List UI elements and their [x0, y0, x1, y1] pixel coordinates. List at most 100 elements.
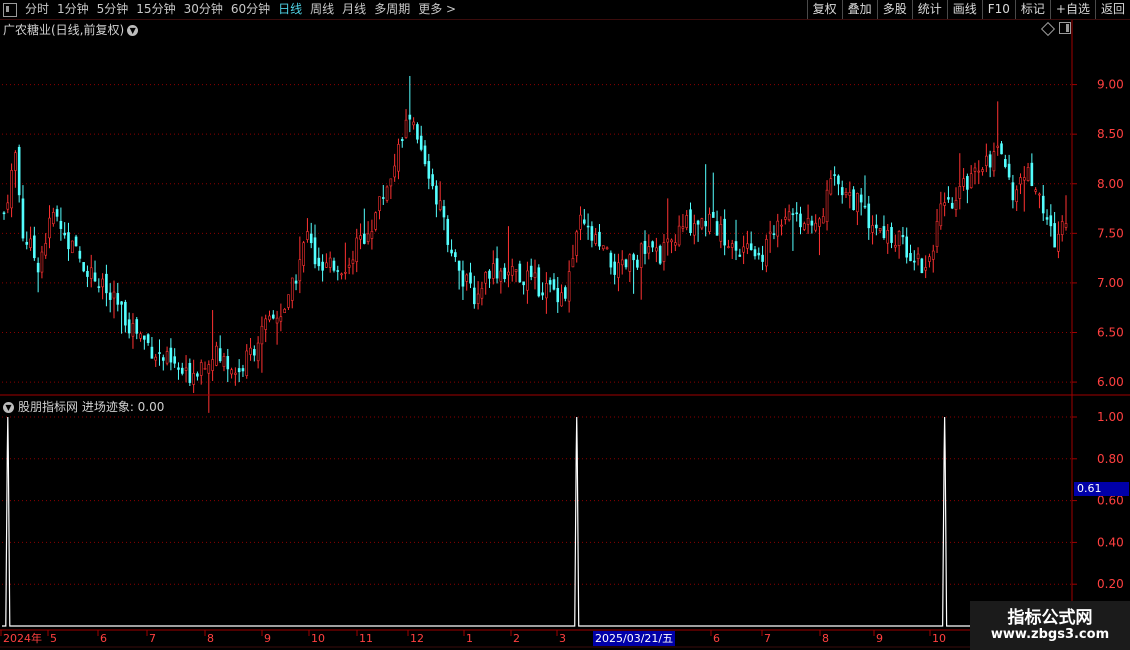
candle-body [844, 192, 848, 196]
candle-body [154, 356, 158, 361]
candle-body [150, 346, 154, 359]
period-tab[interactable]: 日线 [274, 0, 306, 19]
candle-body [124, 301, 127, 326]
indicator-name: 股朋指标网 进场迹象: 0.00 [18, 400, 165, 414]
candle-body [260, 325, 264, 345]
candle-body [689, 209, 692, 234]
period-tab[interactable]: 60分钟 [227, 0, 274, 19]
candle-body [1030, 162, 1034, 187]
candle-body [1053, 223, 1056, 248]
candle-body [636, 259, 639, 268]
candle-body [268, 315, 271, 321]
candle-body [446, 218, 450, 245]
watermark-url: www.zbgs3.com [990, 627, 1110, 642]
candle-body [408, 114, 412, 120]
value-tick-label: 0.40 [1097, 535, 1124, 549]
candle-body [499, 270, 503, 282]
candle-body [416, 124, 419, 140]
toolbar-button[interactable]: 画线 [946, 0, 982, 19]
candle-body [518, 263, 522, 283]
candle-body [97, 286, 101, 288]
main-chart-title[interactable]: 广农糖业(日线,前复权) ▼ [3, 21, 139, 38]
toolbar-button[interactable]: 多股 [876, 0, 912, 19]
candle-body [787, 211, 791, 221]
watermark-title: 指标公式网 [1007, 608, 1093, 628]
period-tab[interactable]: 30分钟 [180, 0, 227, 19]
candle-body [829, 178, 833, 195]
diamond-icon[interactable] [1040, 21, 1056, 37]
candle-body [169, 347, 173, 363]
candle-body [302, 242, 305, 266]
indicator-value-axis: 1.000.800.600.400.20 [1072, 410, 1124, 591]
candle-body [692, 223, 696, 236]
time-label: 11 [359, 632, 373, 645]
candle-body [806, 218, 810, 225]
candle-body [347, 264, 351, 268]
candle-body [131, 323, 135, 337]
period-tab[interactable]: 1分钟 [53, 0, 93, 19]
candle-body [723, 218, 726, 246]
candle-body [234, 372, 237, 375]
candle-body [237, 368, 241, 373]
candle-body [1019, 177, 1022, 185]
candle-body [218, 348, 222, 362]
period-tab[interactable]: 月线 [338, 0, 370, 19]
candle-body [29, 238, 32, 248]
candle-body [55, 209, 59, 217]
candle-body [821, 216, 825, 224]
time-label: 6 [100, 632, 107, 645]
candle-body [359, 235, 362, 240]
candle-body [36, 262, 40, 273]
candle-body [450, 249, 453, 254]
candle-body [996, 145, 1000, 148]
indicator-title[interactable]: ▼ 股朋指标网 进场迹象: 0.00 [3, 398, 164, 415]
candle-body [992, 151, 996, 172]
main-grid [2, 84, 1072, 383]
period-tab[interactable]: 15分钟 [132, 0, 179, 19]
candle-body [86, 270, 89, 277]
toolbar-button[interactable]: 标记 [1014, 0, 1050, 19]
toolbar-button[interactable]: 返回 [1094, 0, 1130, 19]
candle-body [605, 247, 609, 250]
time-label: 8 [207, 632, 214, 645]
candle-body [662, 242, 666, 262]
candle-body [108, 292, 112, 300]
chevron-down-icon[interactable]: ▼ [127, 25, 139, 36]
toolbar-button[interactable]: +自选 [1049, 0, 1095, 19]
candle-body [6, 202, 10, 210]
candle-body [742, 246, 745, 253]
period-tab[interactable]: 周线 [306, 0, 338, 19]
candle-body [287, 294, 290, 308]
candle-body [52, 212, 55, 225]
candle-body [761, 254, 764, 262]
chart-canvas[interactable]: 9.00 8.50 8.00 7.50 7.00 6.50 6.00 1.00 0.80 0.6… [0, 0, 1130, 650]
candle-body [935, 220, 939, 247]
panel-toggle-icon[interactable] [3, 2, 17, 17]
candle-body [374, 212, 378, 230]
candle-body [522, 281, 525, 286]
candle-body [385, 186, 389, 201]
toolbar-button[interactable]: 叠加 [841, 0, 877, 19]
candle-body [14, 152, 17, 171]
toolbar-button[interactable]: 统计 [911, 0, 947, 19]
candle-body [279, 316, 283, 322]
period-tab[interactable]: 分时 [21, 0, 53, 19]
candlestick-series[interactable] [2, 75, 1068, 413]
candle-body [658, 245, 662, 264]
toolbar-button[interactable]: F10 [981, 0, 1015, 19]
time-label: 9 [264, 632, 271, 645]
period-tab[interactable]: 多周期 [370, 0, 414, 19]
time-label: 8 [822, 632, 829, 645]
toolbar-button[interactable]: 复权 [806, 0, 842, 19]
indicator-series[interactable] [2, 416, 1072, 627]
panel-layout-icon[interactable] [1059, 22, 1071, 34]
candle-body [882, 226, 886, 239]
candle-body [454, 252, 457, 258]
candle-body [875, 224, 878, 229]
candle-body [988, 154, 992, 168]
chevron-down-icon[interactable]: ▼ [3, 402, 14, 413]
candle-body [484, 272, 487, 284]
candle-body [355, 237, 359, 262]
period-tab[interactable]: 5分钟 [93, 0, 133, 19]
period-tab[interactable]: 更多 > [414, 0, 460, 19]
